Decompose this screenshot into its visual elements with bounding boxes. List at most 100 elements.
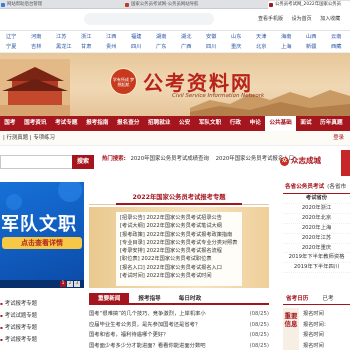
nav-item[interactable]: 公安 — [175, 116, 195, 131]
list-item[interactable]: 2019年下半年教师资格 — [283, 253, 350, 264]
list-item[interactable]: 报名时间 — [303, 330, 350, 341]
province-exam-header: 各省公务员考试 (各省市 — [283, 182, 350, 194]
region-link[interactable]: 贵州 — [106, 42, 131, 52]
region-link[interactable]: 黑龙江 — [56, 42, 81, 52]
news-row[interactable]: 应届毕业生考公务员，是先参加国考还是省考？ (08/25) — [89, 320, 269, 331]
military-civilian-ad[interactable]: 军队文职 点击查看详情 — [0, 182, 84, 288]
pager-dot[interactable]: 1 — [60, 281, 66, 287]
region-link[interactable]: 山西 — [306, 32, 331, 42]
region-link[interactable]: 重庆 — [231, 42, 256, 52]
tab-guide[interactable]: 报考指导 — [129, 293, 169, 303]
nav-item[interactable]: 公共基础 — [265, 116, 297, 131]
special-item[interactable]: [招录公告] 2022年国家公务员考试招录公告 — [120, 214, 238, 222]
region-link[interactable]: 北京 — [256, 42, 281, 52]
breadcrumb-links[interactable]: | 行测真题 | 专项练习 — [3, 135, 55, 141]
nav-item[interactable]: 报名查分 — [113, 116, 144, 131]
list-item[interactable]: 报名时间： — [303, 320, 350, 331]
tab-important-news[interactable]: 重要新闻 — [89, 293, 130, 303]
region-link[interactable]: 甘肃 — [81, 42, 106, 52]
list-item[interactable]: 2019年下半年四川 — [283, 263, 350, 274]
nav-item[interactable]: 考试专题 — [51, 116, 82, 131]
special-item[interactable]: [报考政策] 2022年国家公务员考试报考政策指南 — [120, 231, 238, 239]
special-item[interactable]: [考试大纲] 2022年国家公务员考试笔试大纲 — [120, 222, 238, 230]
list-item[interactable]: 考试省份 — [283, 194, 350, 204]
pager-dot[interactable]: 3 — [74, 281, 80, 287]
nav-item[interactable]: 军队文职 — [195, 116, 226, 131]
nav-item[interactable]: 历年真题 — [316, 116, 347, 131]
temple-illustration-icon — [0, 59, 70, 116]
tab-already-held[interactable]: 已考 — [322, 296, 333, 302]
region-link[interactable]: 宁夏 — [6, 42, 31, 52]
list-item[interactable]: 报名时间 — [303, 309, 350, 320]
region-link[interactable]: 江西 — [106, 32, 131, 42]
special-panel: 2022年国家公务员考试报考专题 [招录公告] 2022年国家公务员考试招录公告… — [89, 192, 269, 288]
special-item[interactable]: [职位表] 2022年国家公务员考试职位表 — [120, 255, 238, 263]
ad-detail-button[interactable]: 点击查看详情 — [2, 237, 82, 249]
hot-label: 热门搜索: — [102, 156, 126, 162]
region-link[interactable]: 江苏 — [56, 32, 81, 42]
region-link[interactable]: 山东 — [231, 32, 256, 42]
side-float-bar[interactable] — [341, 150, 350, 176]
list-item[interactable]: 考试报考专题 — [0, 298, 84, 310]
list-item[interactable]: 考试报考专题 — [0, 322, 84, 334]
province-exam-list: 考试省份 2020年浙江 2020年北京 2020年上海 2020年江苏 2020年重庆 2… — [283, 194, 350, 274]
slogan-text: 众志成城 — [291, 156, 321, 165]
list-item[interactable]: 2020年北京 — [283, 214, 350, 224]
list-item[interactable]: 报名时间 — [303, 341, 350, 350]
browser-tab-active[interactable]: 公务员考试网_2022年国家公务员 — [268, 1, 350, 9]
list-item[interactable]: 考试报考专题 — [0, 334, 84, 346]
nav-item[interactable]: 国考资讯 — [20, 116, 51, 131]
special-item[interactable]: [考试时间] 2022年国家公务员考试时间 — [120, 272, 238, 280]
region-link[interactable]: 云南 — [331, 32, 350, 42]
region-link[interactable]: 辽宁 — [6, 32, 31, 42]
list-item[interactable]: 2020年上海 — [283, 224, 350, 234]
browser-tab[interactable]: 网站帮助后台管理 — [0, 1, 72, 9]
special-item[interactable]: [报名入口] 2022年国家公务员考试报名入口 — [120, 264, 238, 272]
region-link[interactable]: 浙江 — [81, 32, 106, 42]
special-item[interactable]: [专业目录] 2022年国家公务员考试专业分类对照表 — [120, 239, 238, 247]
region-link[interactable]: 新疆 — [306, 42, 331, 52]
nav-item[interactable]: 招聘就业 — [144, 116, 175, 131]
hot-item[interactable]: 2020年国家公务员考试成绩查询 — [130, 156, 208, 162]
news-row[interactable]: 国考“很难搞”的几个技巧、竞争激烈，上岸机率小 (08/25) — [89, 309, 269, 320]
region-link[interactable]: 广东 — [156, 42, 181, 52]
region-link[interactable]: 吉林 — [31, 42, 56, 52]
nav-item[interactable]: 面试 — [296, 116, 316, 131]
region-link[interactable]: 湖北 — [181, 32, 206, 42]
exam-calendar-header: 省考日历 已考 — [283, 293, 350, 305]
region-link[interactable]: 安徽 — [206, 32, 231, 42]
region-link[interactable]: 湖南 — [156, 32, 181, 42]
pager-dot[interactable]: 2 — [67, 281, 73, 287]
tab-daily-politics[interactable]: 每日时政 — [170, 293, 210, 303]
region-link[interactable]: 福建 — [131, 32, 156, 42]
nav-item[interactable]: 行政 — [226, 116, 246, 131]
mobile-version-link[interactable]: 查看手机版 — [258, 16, 283, 22]
set-homepage-link[interactable]: 设为首页 — [292, 16, 312, 22]
region-link[interactable]: 广西 — [181, 42, 206, 52]
list-item[interactable]: 考试试题专题 — [0, 310, 84, 322]
browser-tab[interactable]: 国家公务员考试网-公务员网站导航 — [124, 1, 232, 9]
region-link[interactable]: 上海 — [281, 42, 306, 52]
news-row[interactable]: 国考面少考多少分才能进面？看看你能进面分数吧 (08/25) — [89, 341, 269, 350]
region-link[interactable]: 西藏 — [331, 42, 350, 52]
address-bar[interactable] — [84, 13, 214, 25]
news-row[interactable]: 国考和省考，福利待遇哪个更好？ (08/25) — [89, 330, 269, 341]
list-item[interactable]: 2020年重庆 — [283, 244, 350, 254]
nav-item[interactable]: 国考 — [0, 116, 20, 131]
special-title[interactable]: 2022年国家公务员考试报考专题 — [89, 192, 269, 205]
list-item[interactable]: 2020年江苏 — [283, 234, 350, 244]
region-link[interactable]: 四川 — [131, 42, 156, 52]
special-item[interactable]: [考录安排] 2022年国家公务员考试报名流程 — [120, 247, 238, 255]
region-link[interactable]: 河南 — [31, 32, 56, 42]
list-item[interactable]: 2020年浙江 — [283, 204, 350, 214]
region-link[interactable]: 海南 — [281, 32, 306, 42]
region-link[interactable]: 四川 — [206, 42, 231, 52]
nav-item[interactable]: 申论 — [245, 116, 265, 131]
add-favorite-link[interactable]: 加入收藏 — [320, 16, 340, 22]
search-input[interactable] — [0, 155, 72, 169]
nav-item[interactable]: 报考指南 — [82, 116, 113, 131]
search-button[interactable]: 搜索 — [72, 155, 94, 169]
region-link[interactable]: 天津 — [256, 32, 281, 42]
login-link[interactable]: 登录 — [333, 134, 344, 143]
exam-calendar-title[interactable]: 省考日历 — [286, 296, 308, 302]
